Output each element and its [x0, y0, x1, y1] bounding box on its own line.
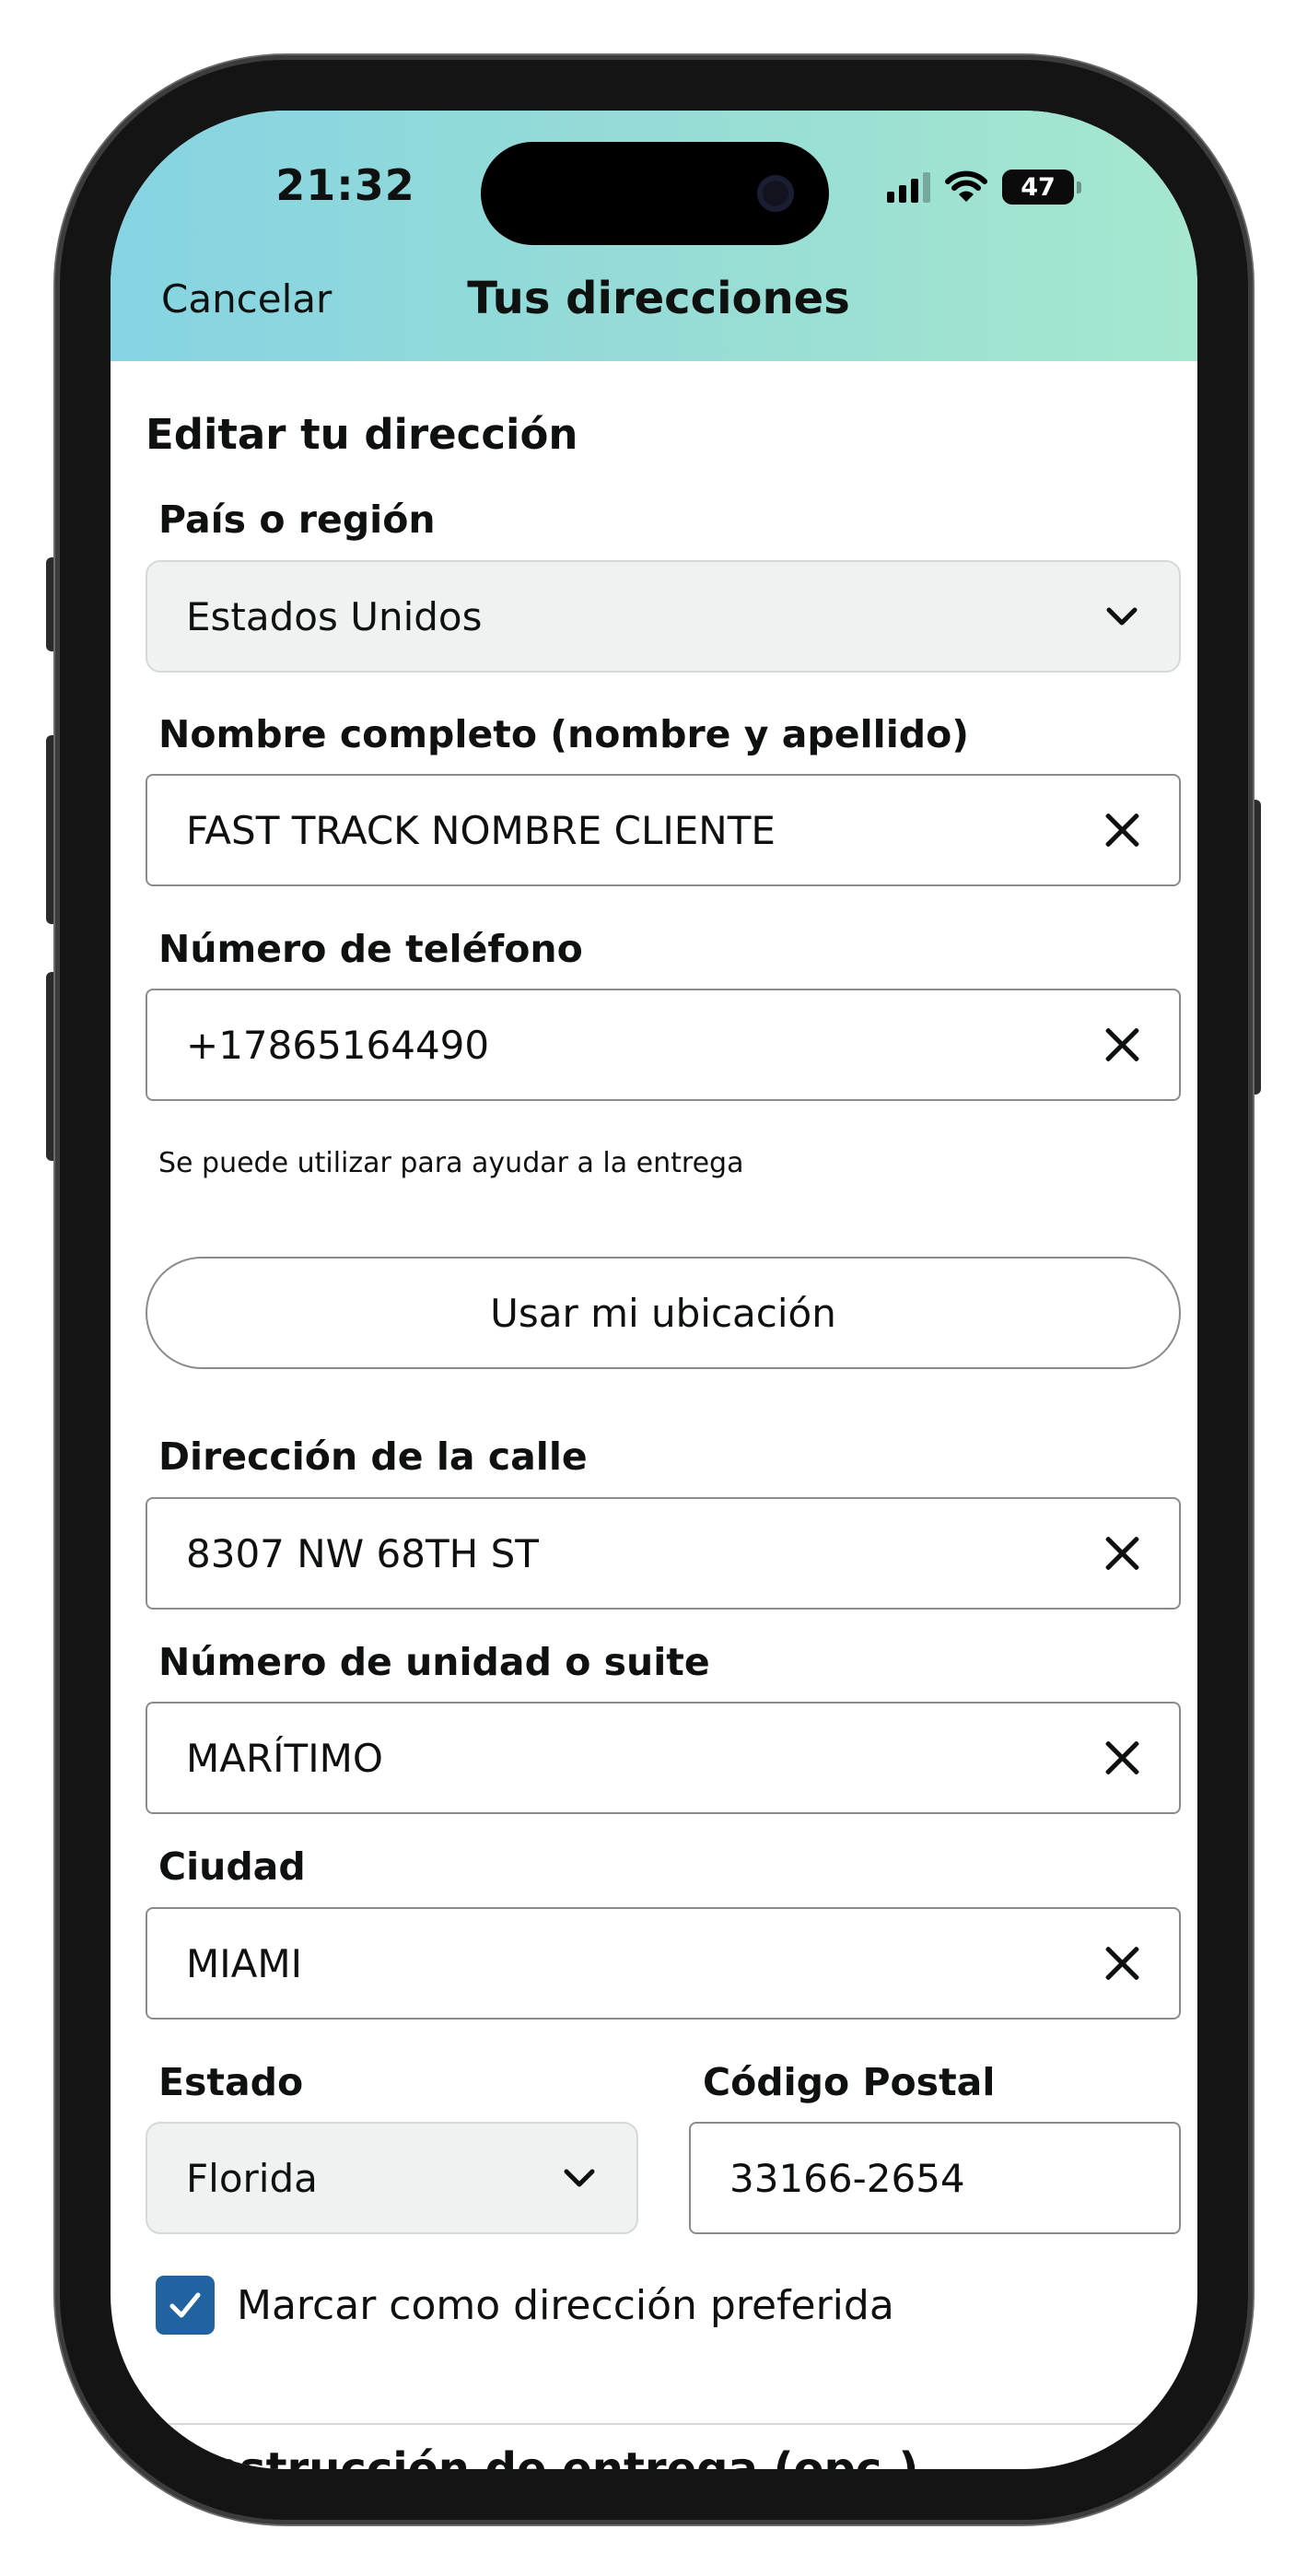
battery-percent: 47 — [1021, 172, 1056, 202]
section-divider — [146, 2423, 1181, 2425]
phone-screen: 21:32 47 Cancelar Tus direcciones Editar… — [111, 111, 1197, 2469]
city-value: MIAMI — [186, 1940, 302, 1986]
camera-icon — [757, 175, 794, 212]
zip-value: 33166-2654 — [729, 2155, 965, 2201]
country-label: País o región — [158, 498, 436, 542]
zip-field[interactable]: 33166-2654 — [689, 2122, 1181, 2234]
close-icon[interactable] — [1103, 812, 1140, 849]
unit-value: MARÍTIMO — [186, 1735, 383, 1781]
delivery-instructions-heading[interactable]: Instrucción de entrega (opc.) — [192, 2443, 919, 2469]
preferred-label: Marcar como dirección preferida — [237, 2281, 894, 2329]
wifi-icon — [945, 170, 987, 204]
full-name-label: Nombre completo (nombre y apellido) — [158, 712, 969, 756]
phone-value: +17865164490 — [186, 1022, 490, 1068]
status-time: 21:32 — [275, 160, 415, 210]
status-icons: 47 — [887, 164, 1081, 210]
unit-field[interactable]: MARÍTIMO — [146, 1702, 1181, 1814]
state-select[interactable]: Florida — [146, 2122, 638, 2234]
unit-label: Número de unidad o suite — [158, 1640, 710, 1684]
close-icon[interactable] — [1103, 1739, 1140, 1776]
phone-label: Número de teléfono — [158, 927, 583, 971]
full-name-field[interactable]: FAST TRACK NOMBRE CLIENTE — [146, 774, 1181, 886]
city-field[interactable]: MIAMI — [146, 1907, 1181, 2020]
cellular-signal-icon — [887, 171, 930, 203]
phone-hint: Se puede utilizar para ayudar a la entre… — [158, 1147, 744, 1179]
country-select[interactable]: Estados Unidos — [146, 560, 1181, 673]
form-heading: Editar tu dirección — [146, 410, 578, 459]
dynamic-island — [481, 142, 829, 245]
country-value: Estados Unidos — [186, 593, 483, 639]
street-field[interactable]: 8307 NW 68TH ST — [146, 1497, 1181, 1610]
use-location-button[interactable]: Usar mi ubicación — [146, 1257, 1181, 1369]
chevron-down-icon — [1106, 607, 1138, 626]
page-title: Tus direcciones — [467, 273, 850, 324]
phone-field[interactable]: +17865164490 — [146, 989, 1181, 1101]
street-label: Dirección de la calle — [158, 1434, 588, 1479]
state-label: Estado — [158, 2060, 304, 2104]
zip-label: Código Postal — [703, 2060, 996, 2104]
close-icon[interactable] — [1103, 1026, 1140, 1063]
battery-icon: 47 — [1002, 170, 1081, 205]
close-icon[interactable] — [1103, 1535, 1140, 1572]
city-label: Ciudad — [158, 1844, 306, 1889]
chevron-down-icon — [564, 2169, 595, 2187]
preferred-address-row[interactable]: Marcar como dirección preferida — [156, 2276, 894, 2335]
close-icon[interactable] — [1103, 1945, 1140, 1982]
header: 21:32 47 Cancelar Tus direcciones — [111, 111, 1197, 361]
preferred-checkbox[interactable] — [156, 2276, 215, 2335]
state-value: Florida — [186, 2155, 318, 2201]
checkmark-icon — [169, 2292, 201, 2318]
street-value: 8307 NW 68TH ST — [186, 1530, 539, 1576]
full-name-value: FAST TRACK NOMBRE CLIENTE — [186, 807, 776, 853]
